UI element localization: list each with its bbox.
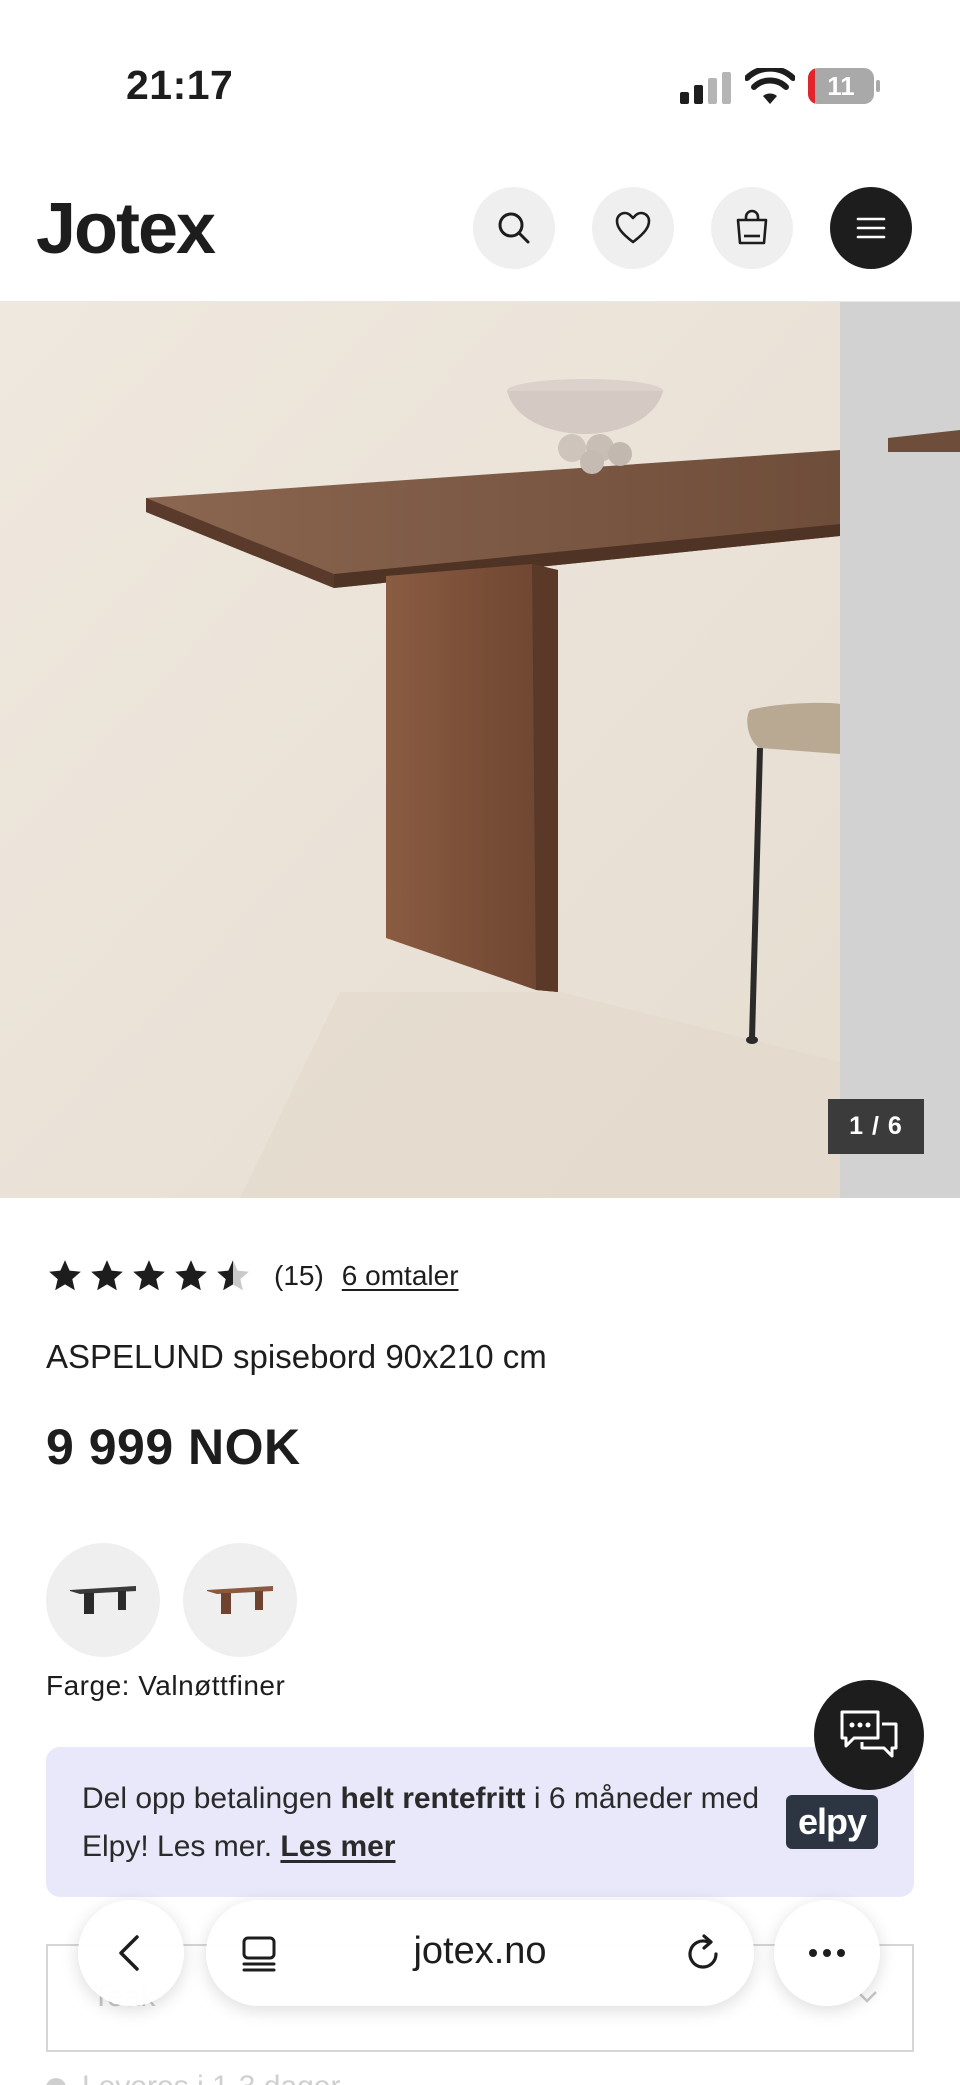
status-time: 21:17: [126, 62, 234, 108]
elpy-banner[interactable]: Del opp betalingen helt rentefritt i 6 m…: [46, 1747, 914, 1897]
star-icon: [91, 1260, 123, 1291]
wifi-icon: [745, 68, 795, 104]
battery-level: 11: [827, 71, 855, 101]
elpy-read-more-link[interactable]: Les mer: [280, 1830, 395, 1863]
elpy-logo: elpy: [786, 1795, 878, 1849]
cart-button[interactable]: [711, 187, 793, 269]
product-image[interactable]: [0, 302, 840, 1198]
reviews-link[interactable]: 6 omtaler: [342, 1260, 459, 1292]
rating-stars: [46, 1257, 252, 1295]
browser-back-button[interactable]: [78, 1900, 184, 2006]
menu-icon: [856, 217, 886, 239]
black-table-swatch[interactable]: [46, 1543, 160, 1657]
search-icon: [498, 212, 530, 244]
star-icon: [175, 1260, 207, 1291]
chat-icon: [840, 1710, 898, 1758]
menu-button[interactable]: [830, 187, 912, 269]
star-icon: [133, 1260, 165, 1291]
elpy-text-bold: helt rentefritt: [340, 1782, 526, 1815]
bag-icon: [736, 209, 768, 245]
product-gallery[interactable]: 1 / 6: [0, 302, 960, 1198]
url-text[interactable]: jotex.no: [206, 1930, 754, 1973]
status-bar: 21:17 11: [0, 0, 960, 150]
star-icon: [49, 1260, 81, 1291]
browser-more-button[interactable]: [774, 1900, 880, 2006]
black-table-icon: [70, 1586, 136, 1614]
wishlist-button[interactable]: [592, 187, 674, 269]
heart-icon: [615, 211, 651, 244]
chat-button[interactable]: [814, 1680, 924, 1790]
color-label: Farge: Valnøttfiner: [46, 1670, 286, 1701]
product-price: 9 999 NOK: [46, 1419, 301, 1475]
back-icon: [119, 1935, 139, 1971]
walnut-table-swatch[interactable]: [183, 1543, 297, 1657]
browser-address-bar[interactable]: jotex.no: [206, 1900, 754, 2006]
elpy-text: Del opp betalingen helt rentefritt i 6 m…: [82, 1775, 762, 1871]
product-title: ASPELUND spisebord 90x210 cm: [46, 1338, 547, 1375]
stock-text: Leveres i 1-3 dager: [82, 2070, 341, 2085]
signal-icon: [680, 72, 731, 104]
jotex-logo[interactable]: Jotex: [36, 188, 216, 270]
more-icon: [809, 1949, 845, 1957]
stock-status: Leveres i 1-3 dager: [46, 2070, 341, 2085]
stock-dot: [46, 2078, 66, 2085]
half-star-icon: [217, 1260, 249, 1291]
rating-count: (15): [274, 1260, 324, 1291]
battery-icon: 11: [808, 68, 880, 104]
reload-icon[interactable]: [682, 1932, 724, 1974]
site-header: Jotex: [0, 150, 960, 302]
walnut-table-icon: [207, 1586, 273, 1614]
product-rating[interactable]: (15) 6 omtaler: [46, 1256, 459, 1296]
next-product-image[interactable]: [840, 302, 960, 1198]
search-button[interactable]: [473, 187, 555, 269]
elpy-text-1: Del opp betalingen: [82, 1782, 341, 1815]
image-counter: 1 / 6: [828, 1099, 924, 1154]
